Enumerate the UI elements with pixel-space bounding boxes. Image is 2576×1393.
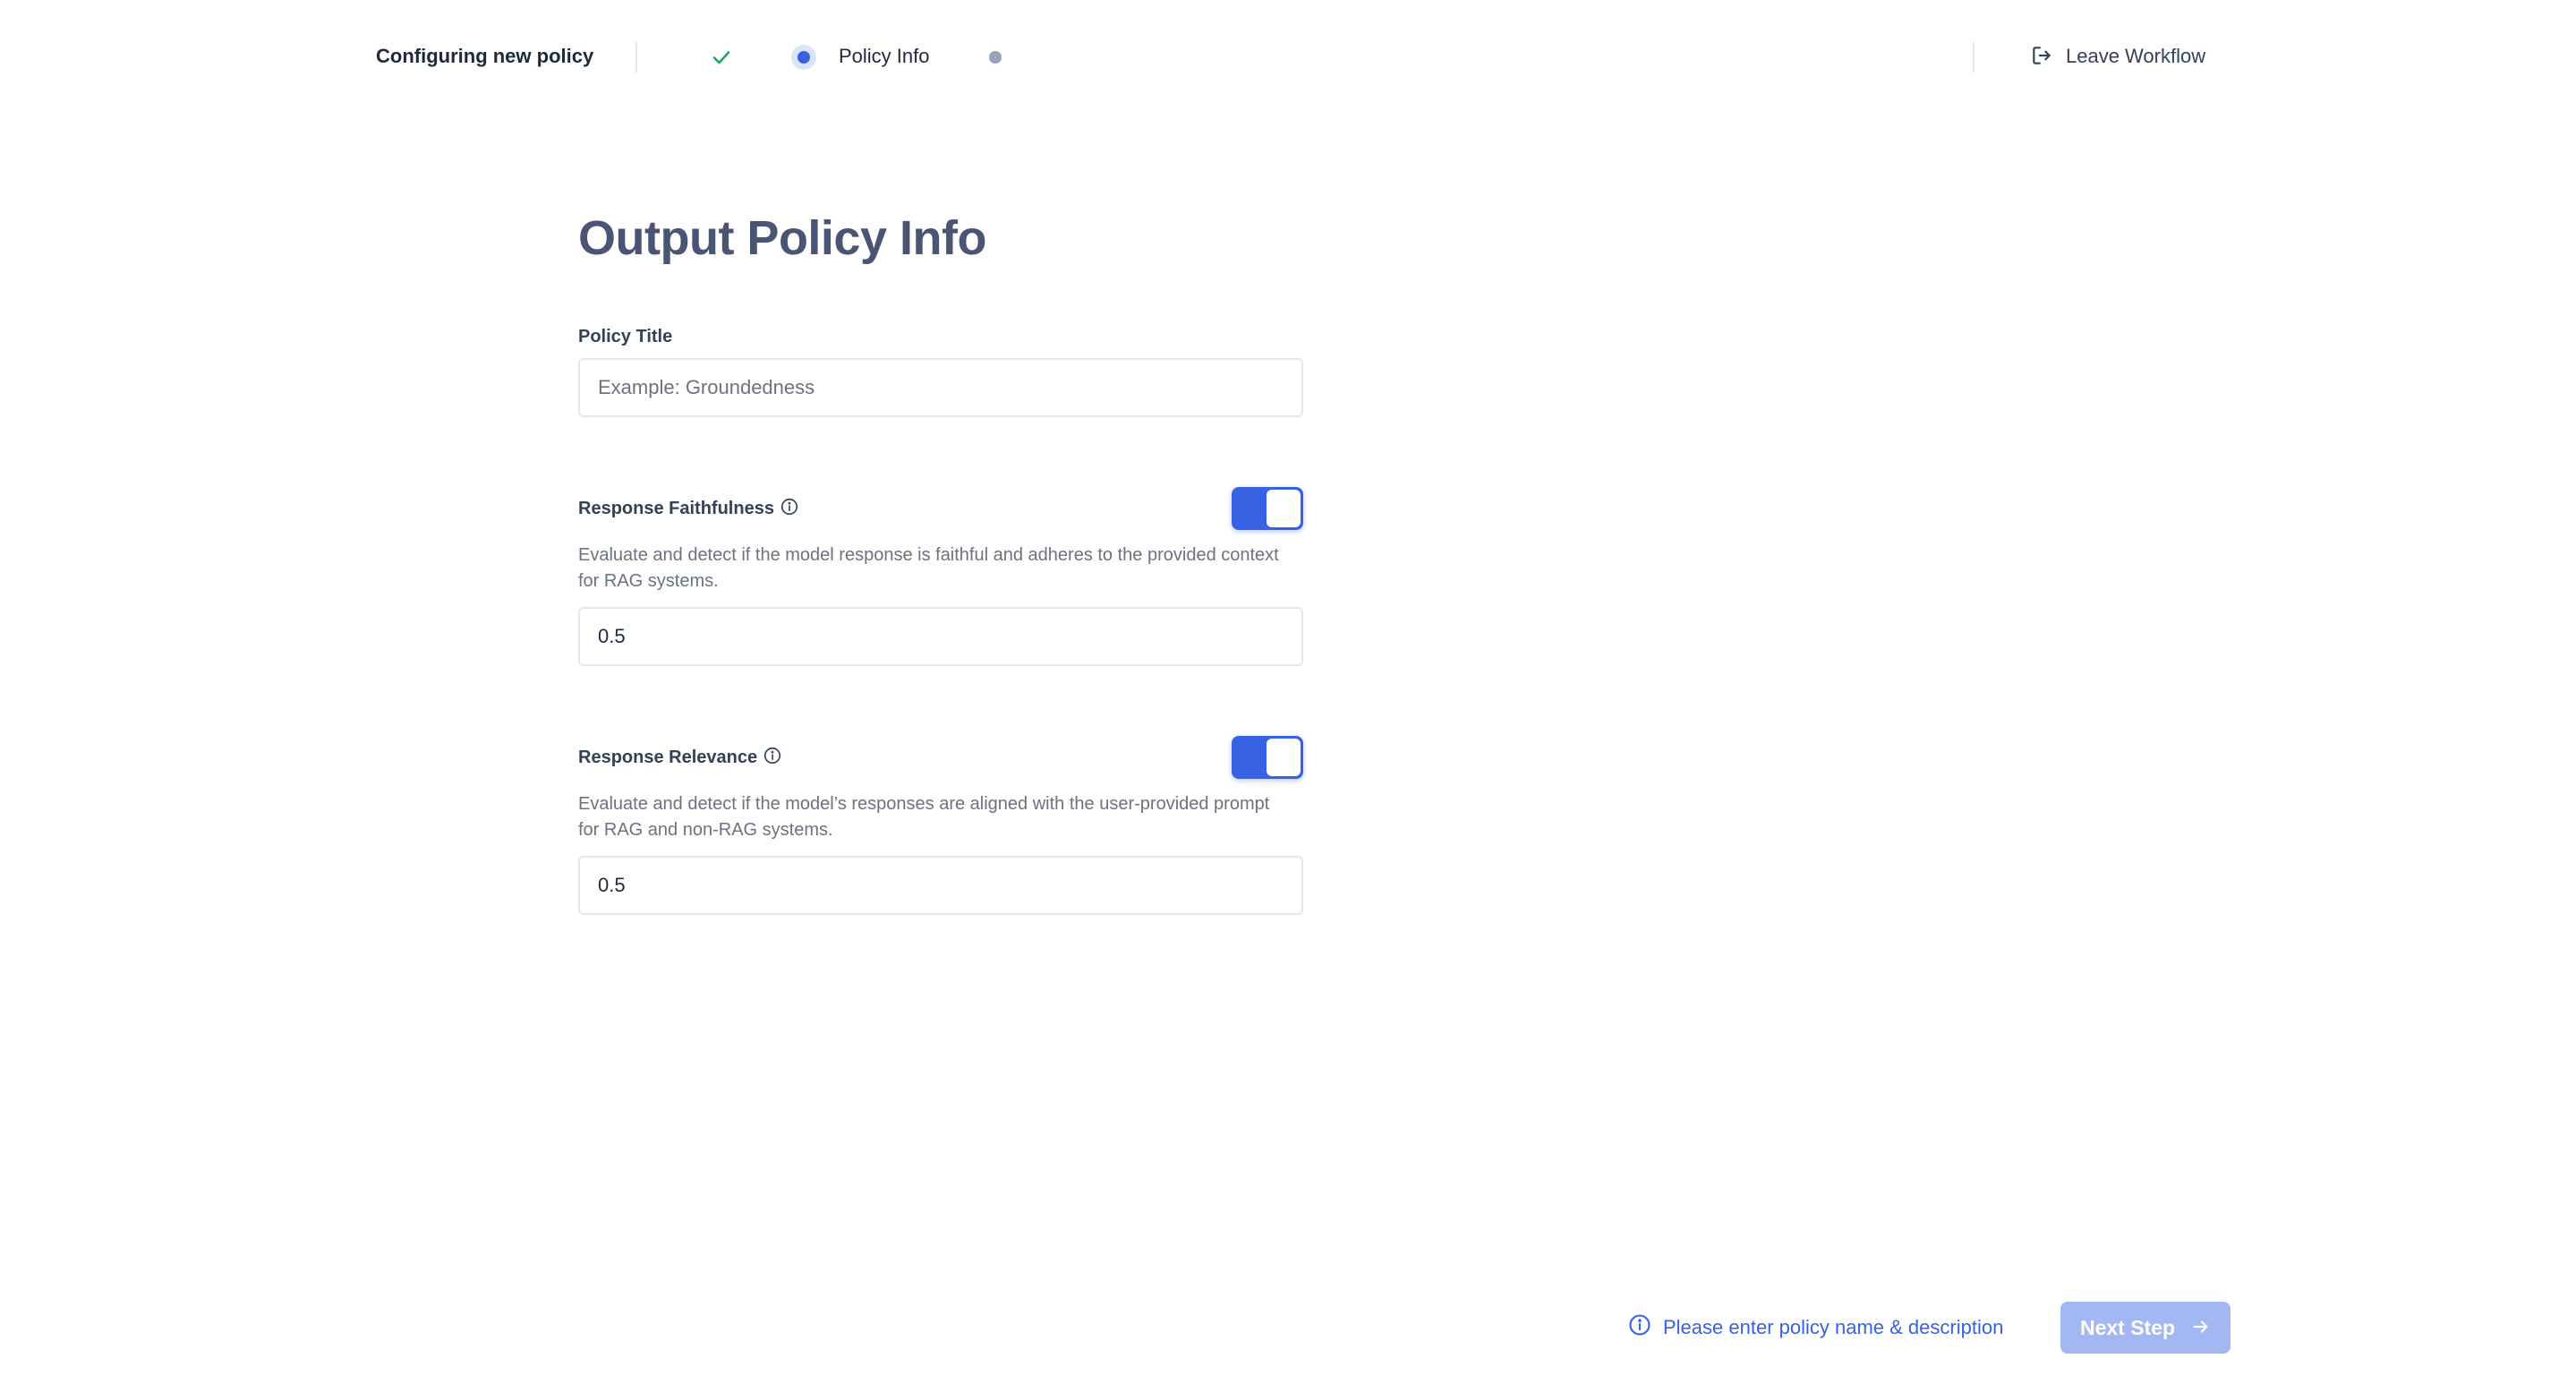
policy-form: Output Policy Info Policy Title Response… (578, 206, 1303, 915)
leave-workflow-label: Leave Workflow (2066, 45, 2206, 67)
leave-workflow-button[interactable]: Leave Workflow (2030, 39, 2205, 73)
policy-relevance-description: Evaluate and detect if the model’s respo… (578, 794, 1270, 840)
next-step-button[interactable]: Next Step (2060, 1302, 2231, 1354)
policy-faithfulness-toggle[interactable] (1232, 487, 1303, 530)
header-divider-right (1973, 42, 1975, 73)
info-icon (1627, 1312, 1652, 1342)
exit-icon (2030, 44, 2053, 70)
policy-relevance-label: Response Relevance (578, 748, 758, 767)
policy-relevance: Response Relevance Evaluate and detect i… (578, 736, 1303, 915)
header-divider (635, 42, 637, 73)
policy-relevance-threshold-input[interactable] (578, 856, 1303, 915)
arrow-right-icon (2191, 1317, 2211, 1339)
policy-faithfulness: Response Faithfulness Evaluate and detec… (578, 487, 1303, 666)
info-icon[interactable] (763, 746, 782, 770)
toggle-knob (1267, 739, 1301, 776)
policy-relevance-toggle[interactable] (1232, 736, 1303, 779)
policy-faithfulness-label: Response Faithfulness (578, 499, 774, 518)
page-title: Output Policy Info (578, 211, 986, 265)
policy-title-field-group: Policy Title (578, 324, 1303, 417)
info-icon[interactable] (780, 497, 799, 521)
workflow-title: Configuring new policy (376, 45, 594, 67)
step-current-indicator (791, 45, 816, 70)
step-completed-check-icon (711, 47, 732, 68)
next-step-label: Next Step (2079, 1315, 2176, 1339)
validation-hint: Please enter policy name & description (1627, 1312, 2003, 1342)
validation-hint-text: Please enter policy name & description (1663, 1315, 2004, 1338)
policy-title-label: Policy Title (578, 327, 673, 346)
toggle-knob (1267, 490, 1301, 527)
step-current-label: Policy Info (839, 45, 930, 67)
workflow-header: Configuring new policy Policy Info Leave… (0, 0, 2576, 116)
policy-title-input[interactable] (578, 358, 1303, 417)
policy-faithfulness-description: Evaluate and detect if the model respons… (578, 545, 1279, 591)
step-pending-indicator (989, 51, 1002, 64)
policy-faithfulness-threshold-input[interactable] (578, 607, 1303, 666)
